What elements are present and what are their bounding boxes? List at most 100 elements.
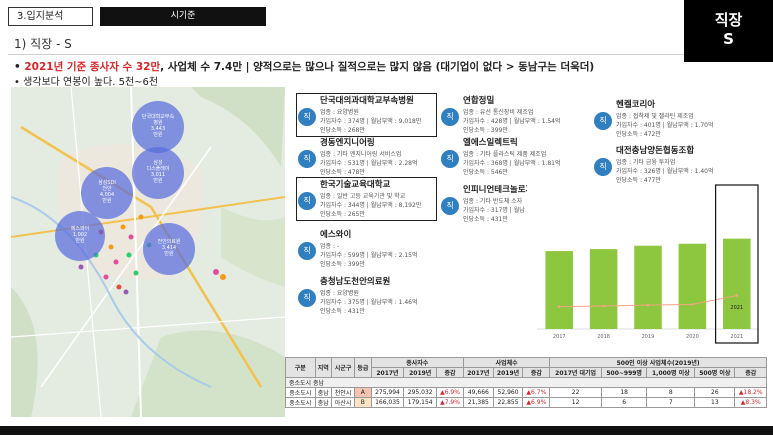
cell: 275,994 (370, 387, 405, 398)
cell-grade: A (354, 387, 372, 398)
company-card[interactable]: 엘에스일렉트릭 직 업종 : 기타 플라스틱 제품 제조업 가입자수 : 368… (441, 138, 561, 177)
map-circle-samsung-sdi[interactable]: 삼성SDI 천안 4,004 만원 (81, 167, 133, 219)
cell: 26 (694, 387, 736, 398)
map-circle-unit: 만원 (164, 251, 174, 257)
th-chg: 증감 (436, 367, 464, 378)
company-card[interactable]: 에스와이 직 업종 : - 가입자수 : 599명 | 월납부액 : 2.15억… (298, 230, 438, 269)
company-name: 엘에스일렉트릭 (463, 138, 518, 148)
company-income: 인당소득 : 478만 (320, 169, 365, 176)
company-income: 인당소득 : 431만 (463, 216, 508, 223)
badge-icon: 직 (298, 150, 316, 168)
cell-change: ▲6.9% (522, 397, 551, 408)
company-name: 대전충남양돈협동조합 (616, 146, 695, 156)
cell: 179,154 (403, 397, 438, 408)
chart-line-point (646, 303, 650, 307)
cell: 12 (549, 397, 602, 408)
company-card[interactable]: 경동엔지니어링 직 업종 : 기타 엔지니어링 서비스업 가입자수 : 531명… (298, 138, 438, 177)
map-circle-unit: 만원 (102, 198, 112, 204)
cell: 중소도시 (285, 397, 316, 408)
company-card[interactable]: 단국대의과대학교부속병원 직 업종 : 요양병원 가입자수 : 374명 | 월… (298, 96, 438, 135)
chart-annotation: 2021 (730, 305, 743, 311)
th-l1: 2017년 대기업 (549, 367, 602, 378)
chart-line-point (735, 294, 739, 297)
company-card[interactable]: 연합정밀 직 업종 : 유선 통신장비 제조업 가입자수 : 428명 | 월납… (441, 96, 561, 135)
map-circle-cheonan-medical[interactable]: 천안의료원 3,414 만원 (143, 223, 195, 275)
section-tab: 시기준 (100, 7, 266, 26)
badge-icon: 직 (298, 289, 316, 307)
chart-tick-label: 2019 (642, 334, 655, 340)
table-row[interactable]: 중소도시 충남 아산시 B 166,035 179,154 ▲7.9% 21,3… (285, 397, 767, 408)
th-sigungu: 시군구 (331, 357, 356, 378)
cell: 천안시 (331, 387, 356, 398)
corner-title: 직장 S (684, 0, 773, 62)
chart-line-point (557, 305, 561, 308)
chart-bar-2018 (589, 249, 618, 329)
bullet-rest: , 사업체 수 7.4만 | 양적으로는 많으나 질적으로는 많지 않음 (대기… (160, 61, 595, 73)
company-industry: 업종 : 요양병원 (320, 109, 359, 116)
company-name: 단국대의과대학교부속병원 (320, 96, 414, 106)
company-name: 연합정밀 (463, 96, 495, 106)
company-industry: 업종 : 요양병원 (320, 290, 359, 297)
company-members: 가입자수 : 531명 | 월납부액 : 2.28억 (320, 160, 418, 167)
table-row[interactable]: 중소도시 충남 천안시 A 275,994 295,032 ▲6.9% 49,6… (285, 387, 767, 398)
company-name: 경동엔지니어링 (320, 138, 375, 148)
workers-bar-chart: 2017 2018 2019 2020 2021 2021 (537, 184, 759, 344)
map-circle-dankook[interactable]: 단국대학교부속 병원 3,443 만원 (132, 101, 184, 153)
company-industry: 업종 : 기타 금융 투자업 (616, 159, 676, 166)
company-members: 가입자수 : 344명 | 월납부액 : 8,192만 (320, 202, 422, 209)
cell-grade: B (354, 397, 372, 408)
chart-tick-label: 2018 (597, 334, 610, 340)
company-card[interactable]: 인피니언테크놀로지스파워 직 업종 : 기타 반도체 소자 가입자수 : 317… (441, 185, 527, 224)
map-circle-unit: 만원 (75, 238, 85, 244)
badge-icon: 직 (594, 112, 612, 130)
company-members: 가입자수 : 599명 | 월납부액 : 2.15억 (320, 252, 418, 259)
cell: 충남 (314, 397, 333, 408)
bullet-summary: • 2021년 기준 종사자 수 32만, 사업체 수 7.4만 | 양적으로는… (14, 59, 594, 74)
cell: 22 (549, 387, 602, 398)
th-b2019: 2019년 (492, 367, 524, 378)
company-income: 인당소득 : 546만 (463, 169, 508, 176)
company-card[interactable]: 대전충남양돈협동조합 직 업종 : 기타 금융 투자업 가입자수 : 326명 … (594, 146, 744, 185)
th-large: 500인 이상 사업체수(2019년) (549, 357, 767, 368)
company-card[interactable]: 충청남도천안의료원 직 업종 : 요양병원 가입자수 : 375명 | 월납부액… (298, 277, 438, 316)
chart-line-point (691, 303, 694, 306)
cell: 49,666 (462, 387, 494, 398)
cell-change: ▲8.3% (734, 397, 767, 408)
company-industry: 업종 : - (320, 243, 340, 250)
badge-icon: 직 (298, 242, 316, 260)
chart-bar-2021 (723, 238, 751, 329)
stats-table: 구분 지역 시군구 등급 종사자수 사업체수 500인 이상 사업체수(2019… (285, 357, 767, 408)
company-industry: 업종 : 유선 통신장비 제조업 (463, 109, 534, 116)
cell: 21,385 (462, 397, 494, 408)
company-income: 인당소득 : 399만 (463, 127, 508, 134)
company-industry: 업종 : 기타 플라스틱 제품 제조업 (463, 151, 547, 158)
th-2017: 2017년 (370, 367, 405, 378)
chart-bar-2019 (634, 245, 662, 329)
map-panel[interactable]: 단국대학교부속 병원 3,443 만원 삼성 디스플레이 3,011 만원 삼성… (11, 87, 285, 417)
company-members: 가입자수 : 317명 | 월납 (463, 207, 525, 214)
company-card[interactable]: 헨켈코리아 직 업종 : 접착제 및 젤라틴 제조업 가입자수 : 401명 |… (594, 100, 744, 139)
chart-tick-label: 2017 (553, 334, 566, 340)
badge-icon: 직 (441, 150, 459, 168)
badge-icon: 직 (298, 108, 316, 126)
cell: 중소도시 (285, 387, 316, 398)
corner-title-line2: S (723, 30, 734, 48)
company-income: 인당소득 : 265만 (320, 211, 365, 218)
company-income: 인당소득 : 399만 (320, 261, 365, 268)
map-circle-esy[interactable]: 에스와이 1,002 만원 (55, 211, 105, 261)
th-grade: 등급 (354, 357, 372, 378)
company-industry: 업종 : 기타 엔지니어링 서비스업 (320, 151, 402, 158)
cell: 아산시 (331, 397, 356, 408)
th-l2: 500~999명 (600, 367, 648, 378)
th-gu: 구분 (285, 357, 316, 378)
th-l3: 1,000명 이상 (646, 367, 696, 378)
th-bchg: 증감 (522, 367, 551, 378)
company-card[interactable]: 한국기술교육대학교 직 업종 : 일반 고등 교육기관 및 학교 가입자수 : … (298, 180, 438, 219)
th-2019: 2019년 (403, 367, 438, 378)
company-members: 가입자수 : 428명 | 월납부액 : 1.54억 (463, 118, 561, 125)
cell: 22,855 (492, 397, 524, 408)
cell-change: ▲6.9% (436, 387, 464, 398)
th-b2017: 2017년 (462, 367, 494, 378)
map-circle-samsung-display[interactable]: 삼성 디스플레이 3,011 만원 (132, 147, 184, 199)
company-name: 인피니언테크놀로지스파워 (463, 185, 527, 195)
